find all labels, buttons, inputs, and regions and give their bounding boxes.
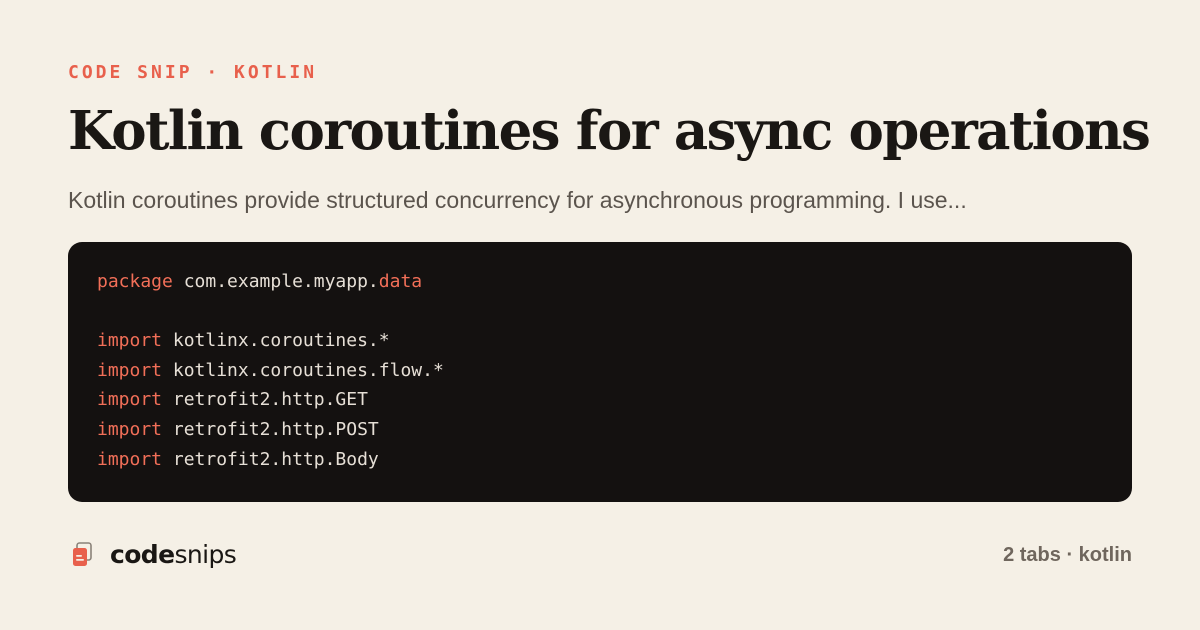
code-keyword: import	[97, 418, 163, 440]
code-line: import kotlinx.coroutines.flow.*	[97, 356, 1103, 386]
snippet-icon	[73, 542, 92, 566]
category-eyebrow: CODE SNIP · KOTLIN	[68, 62, 318, 83]
code-text: kotlinx.coroutines.*	[162, 330, 390, 352]
code-keyword: import	[97, 359, 163, 381]
snippet-meta: 2 tabs · kotlin	[1003, 544, 1132, 566]
code-text: retrofit2.http.GET	[162, 389, 368, 411]
page-title: Kotlin coroutines for async operations	[68, 100, 1151, 162]
code-keyword: import	[97, 330, 163, 352]
code-keyword: package	[97, 271, 173, 292]
code-line: import retrofit2.http.GET	[97, 385, 1103, 415]
code-line: package com.example.myapp.data	[97, 267, 1103, 297]
brand-name: codesnips	[110, 538, 237, 572]
code-block: package com.example.myapp.data import ko…	[68, 242, 1132, 502]
code-keyword: import	[97, 448, 163, 470]
code-line: import retrofit2.http.Body	[97, 445, 1103, 475]
code-line: import kotlinx.coroutines.*	[97, 326, 1103, 356]
code-text: kotlinx.coroutines.flow.*	[162, 359, 444, 381]
code-text: retrofit2.http.POST	[162, 418, 379, 440]
brand-name-light: snips	[174, 540, 237, 569]
code-line: import retrofit2.http.POST	[97, 415, 1103, 445]
code-text: retrofit2.http.Body	[162, 448, 379, 470]
code-text: com.example.myapp.	[172, 271, 379, 292]
snippet-description: Kotlin coroutines provide structured con…	[68, 187, 967, 213]
code-keyword: import	[97, 389, 163, 411]
brand-logo[interactable]: codesnips	[72, 538, 237, 572]
brand-name-bold: code	[110, 540, 175, 569]
code-keyword: data	[378, 271, 423, 292]
